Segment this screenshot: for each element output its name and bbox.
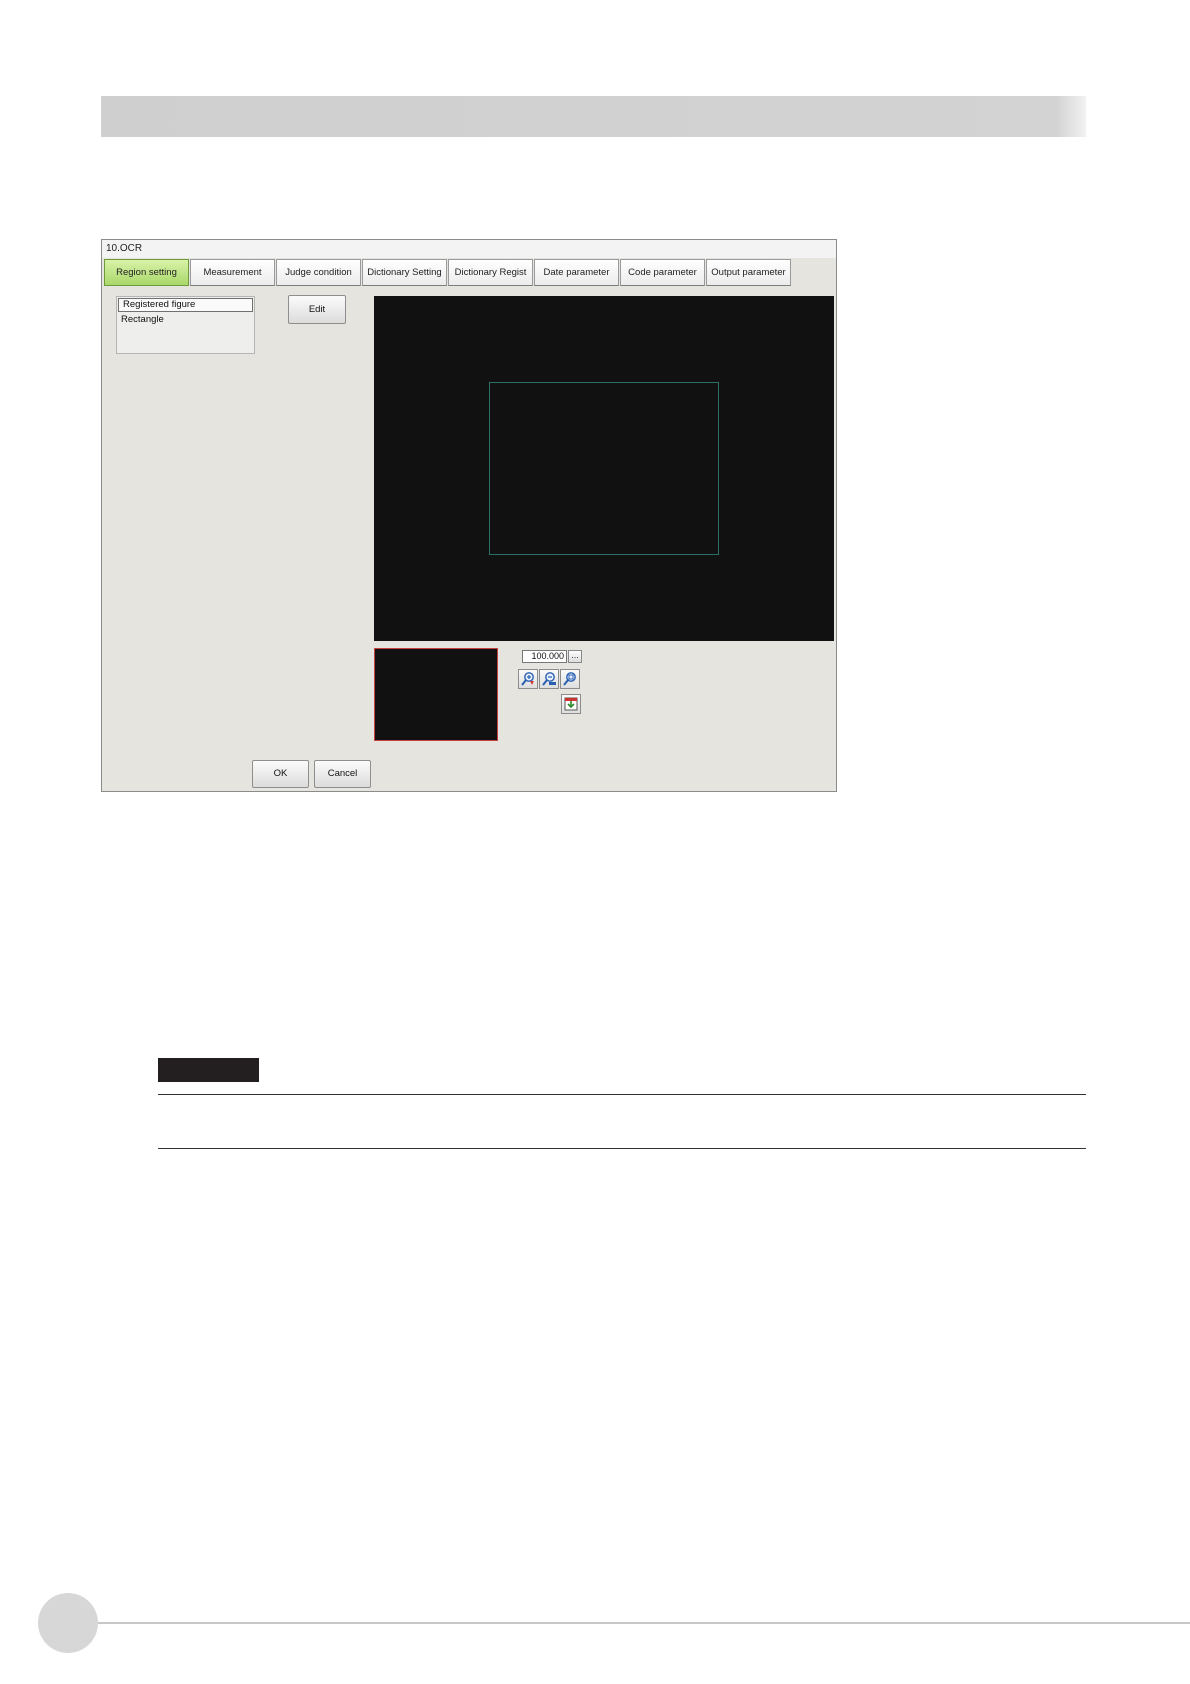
tab-bar: Region setting Measurement Judge conditi… xyxy=(104,259,792,286)
fit-window-icon xyxy=(564,697,578,711)
region-rectangle[interactable] xyxy=(489,382,719,555)
tab-dictionary-setting[interactable]: Dictionary Setting xyxy=(362,259,447,286)
registered-figure-list[interactable]: Registered figure Rectangle xyxy=(116,296,255,354)
note-bottom-rule xyxy=(158,1148,1086,1149)
note-top-rule xyxy=(158,1094,1086,1095)
zoom-out-button[interactable] xyxy=(539,669,559,689)
list-header: Registered figure xyxy=(118,298,253,312)
section-header-bar xyxy=(101,96,1086,137)
footer-line xyxy=(98,1622,1190,1624)
zoom-fit-button[interactable] xyxy=(560,669,580,689)
thumbnail-view[interactable] xyxy=(374,648,498,741)
tab-region-setting[interactable]: Region setting xyxy=(104,259,189,286)
tab-output-parameter[interactable]: Output parameter xyxy=(706,259,791,286)
list-item-rectangle[interactable]: Rectangle xyxy=(117,313,254,327)
ocr-settings-window: 10.OCR Region setting Measurement Judge … xyxy=(101,239,837,792)
tab-measurement[interactable]: Measurement xyxy=(190,259,275,286)
zoom-fit-icon xyxy=(563,672,576,686)
ok-button[interactable]: OK xyxy=(252,760,309,788)
note-label-box xyxy=(158,1058,259,1082)
zoom-in-icon xyxy=(521,672,534,686)
zoom-more-button[interactable]: ... xyxy=(568,650,582,663)
image-display[interactable] xyxy=(374,296,834,641)
zoom-in-button[interactable] xyxy=(518,669,538,689)
tab-date-parameter[interactable]: Date parameter xyxy=(534,259,619,286)
fit-window-button[interactable] xyxy=(561,694,581,714)
page-number-circle xyxy=(38,1593,98,1653)
tab-judge-condition[interactable]: Judge condition xyxy=(276,259,361,286)
cancel-button[interactable]: Cancel xyxy=(314,760,371,788)
edit-button[interactable]: Edit xyxy=(288,295,346,324)
tab-code-parameter[interactable]: Code parameter xyxy=(620,259,705,286)
zoom-out-icon xyxy=(542,672,556,686)
tab-dictionary-regist[interactable]: Dictionary Regist xyxy=(448,259,533,286)
window-title: 10.OCR xyxy=(102,240,836,258)
zoom-value-field[interactable]: 100.000 xyxy=(522,650,567,663)
